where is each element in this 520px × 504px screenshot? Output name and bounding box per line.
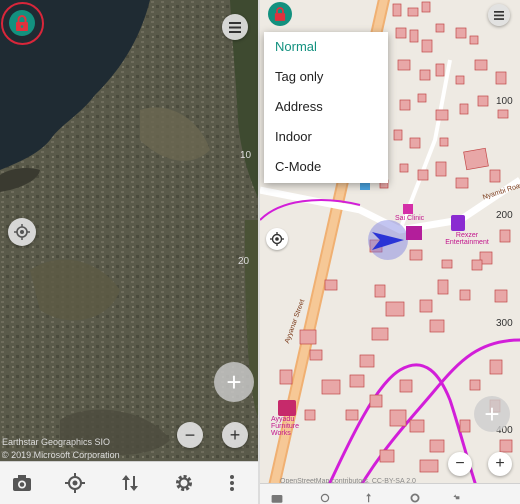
more-icon[interactable] bbox=[228, 473, 236, 493]
menu-item-indoor[interactable]: Indoor bbox=[264, 122, 388, 152]
gps-icon[interactable] bbox=[318, 492, 332, 504]
lock-highlight-ring bbox=[1, 2, 44, 45]
gps-icon[interactable] bbox=[65, 473, 85, 493]
scale-label: 200 bbox=[496, 210, 513, 221]
poi-label-clinic[interactable]: Sai Clinic bbox=[395, 215, 424, 222]
lock-icon bbox=[274, 7, 286, 21]
menu-icon bbox=[494, 10, 504, 20]
satellite-imagery bbox=[0, 0, 259, 504]
plus-icon: + bbox=[226, 366, 242, 397]
layers-menu-button[interactable] bbox=[222, 14, 248, 40]
zoom-in-button[interactable]: + bbox=[488, 452, 512, 476]
gps-icon bbox=[14, 224, 30, 240]
zoom-in-button[interactable]: + bbox=[222, 422, 248, 448]
add-fab-button[interactable]: + bbox=[214, 362, 254, 402]
undo-icon[interactable] bbox=[450, 492, 464, 504]
settings-icon[interactable] bbox=[408, 492, 422, 504]
map-attribution: © 2019 Microsoft Corporation bbox=[2, 450, 120, 460]
menu-item-address[interactable]: Address bbox=[264, 92, 388, 122]
settings-icon[interactable] bbox=[174, 473, 194, 493]
menu-item-tag-only[interactable]: Tag only bbox=[264, 62, 388, 92]
gps-icon bbox=[270, 232, 284, 246]
minus-icon: − bbox=[455, 455, 465, 472]
scale-label: 300 bbox=[496, 318, 513, 329]
layers-menu-button[interactable] bbox=[488, 4, 510, 26]
plus-icon: + bbox=[484, 398, 500, 429]
camera-icon[interactable] bbox=[270, 492, 284, 504]
poi-label-entertainment[interactable]: Rexzer Entertainment bbox=[436, 232, 498, 246]
menu-item-normal[interactable]: Normal bbox=[264, 32, 388, 62]
scale-label: 100 bbox=[496, 96, 513, 107]
mode-menu: Normal Tag only Address Indoor C-Mode bbox=[264, 32, 388, 183]
add-fab-button[interactable]: + bbox=[474, 396, 510, 432]
scale-label: 20 bbox=[238, 256, 250, 267]
plus-icon: + bbox=[495, 455, 505, 472]
transfer-icon[interactable] bbox=[120, 473, 140, 493]
zoom-out-button[interactable]: − bbox=[177, 422, 203, 448]
bottom-toolbar bbox=[0, 461, 259, 504]
poi-label-furniture[interactable]: Ayyadu Furniture Works bbox=[271, 416, 317, 437]
bottom-toolbar bbox=[260, 483, 520, 504]
menu-item-c-mode[interactable]: C-Mode bbox=[264, 152, 388, 182]
transfer-icon[interactable] bbox=[364, 492, 378, 504]
attribution-partial: Earthstar Geographics SIO bbox=[2, 437, 111, 447]
satellite-map-pane[interactable]: 10 20 + − + Earthstar Geographics SIO © … bbox=[0, 0, 259, 504]
scale-label: 10 bbox=[240, 150, 252, 161]
follow-location-button[interactable] bbox=[266, 228, 288, 250]
minus-icon: − bbox=[184, 425, 196, 445]
zoom-out-button[interactable]: − bbox=[448, 452, 472, 476]
plus-icon: + bbox=[229, 425, 241, 445]
follow-location-button[interactable] bbox=[8, 218, 36, 246]
lock-button[interactable] bbox=[268, 2, 292, 26]
camera-icon[interactable] bbox=[12, 473, 32, 493]
menu-icon bbox=[229, 21, 241, 33]
